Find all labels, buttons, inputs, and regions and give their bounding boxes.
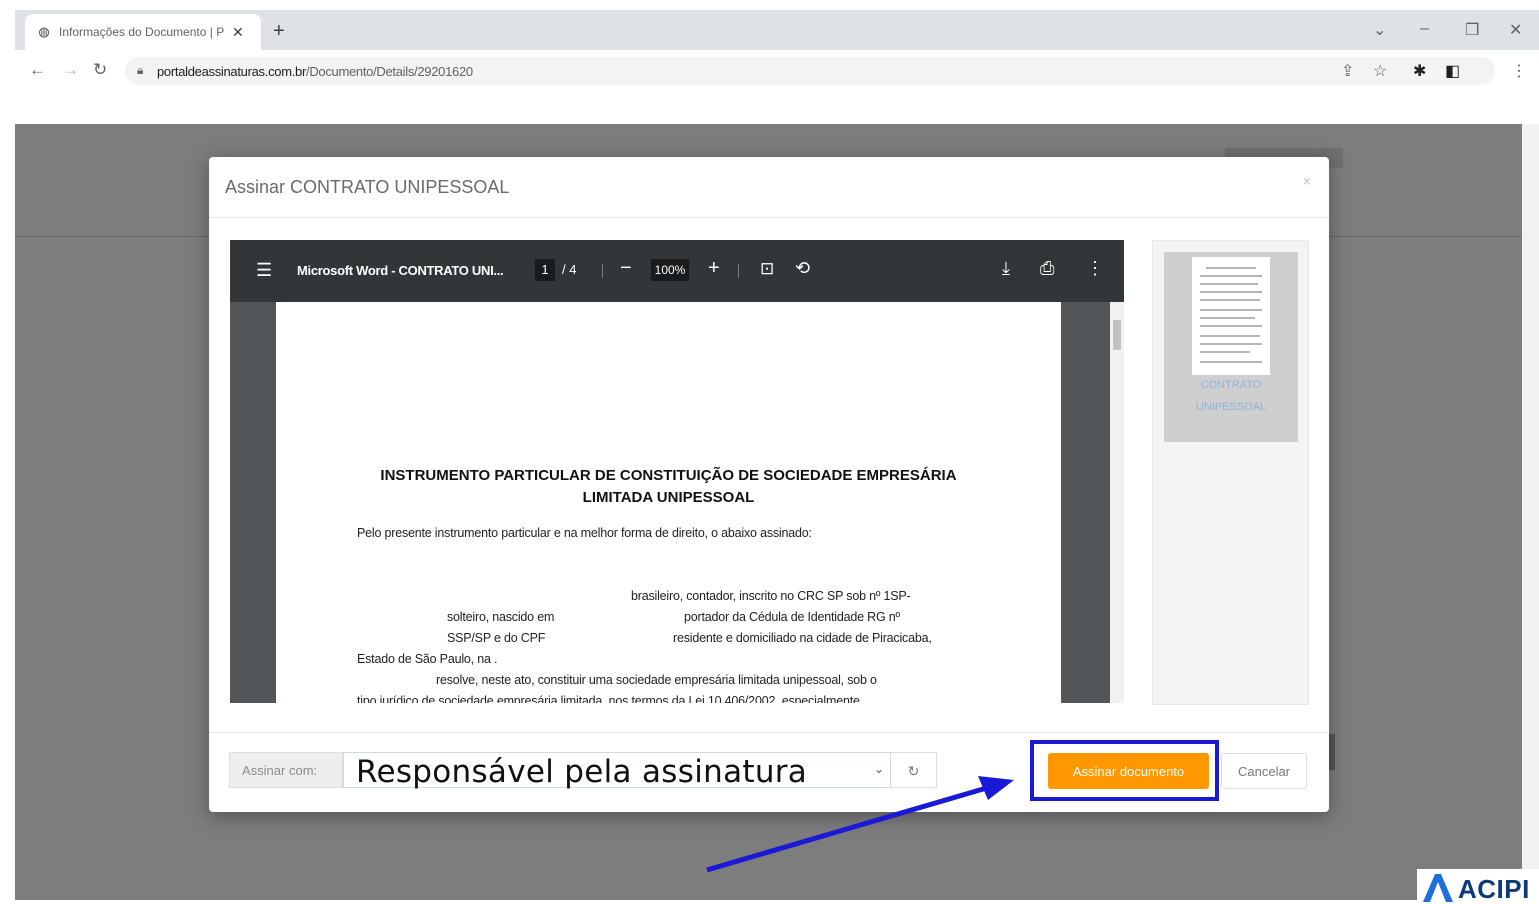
print-icon[interactable]: ⎙ xyxy=(1040,258,1054,279)
document-title-line1: INSTRUMENTO PARTICULAR DE CONSTITUIÇÃO D… xyxy=(380,467,957,484)
pdf-toolbar-divider xyxy=(738,264,739,278)
document-line: portador da Cédula de Identidade RG nº xyxy=(684,610,900,624)
lock-icon: 🔒︎ xyxy=(137,63,144,77)
acipi-logo: ACIPI xyxy=(1417,869,1539,904)
document-line: tipo jurídico de sociedade empresária li… xyxy=(357,694,860,703)
reload-icon[interactable]: ↻ xyxy=(93,60,107,80)
sign-with-label: Assinar com: xyxy=(229,752,343,788)
pdf-more-icon[interactable]: ⋮ xyxy=(1086,258,1104,279)
thumbnail-label-line1: CONTRATO xyxy=(1200,379,1262,391)
signer-select[interactable]: Responsável pela assinatura ⌄ xyxy=(343,752,891,790)
document-line: solteiro, nascido em xyxy=(447,610,555,624)
acipi-logo-mark-icon xyxy=(1423,874,1453,902)
pdf-page-input[interactable]: 1 xyxy=(535,259,555,281)
tab-close-icon[interactable]: ✕ xyxy=(232,24,244,41)
pdf-page: INSTRUMENTO PARTICULAR DE CONSTITUIÇÃO D… xyxy=(276,302,1061,703)
side-panel-icon[interactable]: ◧ xyxy=(1445,61,1460,81)
thumbnail-line xyxy=(1200,291,1262,293)
modal-header-divider xyxy=(209,217,1329,218)
thumbnail-line xyxy=(1200,351,1250,353)
tab-search-icon[interactable]: ⌄ xyxy=(1373,20,1386,40)
modal-footer-divider xyxy=(209,732,1329,733)
modal-close-icon[interactable]: × xyxy=(1303,173,1311,189)
browser-toolbar: ← → ↻ 🔒︎ portaldeassinaturas.com.br/Docu… xyxy=(15,50,1539,92)
extensions-icon[interactable]: ✱ xyxy=(1413,61,1426,81)
zoom-out-icon[interactable]: − xyxy=(620,257,632,280)
bookmark-star-icon[interactable]: ☆ xyxy=(1373,61,1387,81)
pdf-viewer: ☰ Microsoft Word - CONTRATO UNI... 1 / 4… xyxy=(230,240,1124,703)
tab-strip: ◍ Informações do Documento | Po ✕ + ⌄ – … xyxy=(15,10,1539,50)
thumbnail-line xyxy=(1200,309,1262,311)
share-icon[interactable]: ⇪ xyxy=(1341,61,1354,81)
thumbnail-line xyxy=(1200,275,1262,277)
pdf-doc-name: Microsoft Word - CONTRATO UNI... xyxy=(297,263,504,278)
back-icon[interactable]: ← xyxy=(29,60,46,80)
site-favicon-icon: ◍ xyxy=(38,24,50,39)
pdf-scrollbar-thumb[interactable] xyxy=(1113,320,1121,350)
signer-select-value: Responsável pela assinatura xyxy=(356,754,808,790)
thumbnail-line xyxy=(1200,325,1262,327)
thumbnail-line xyxy=(1200,335,1260,337)
pdf-scrollbar[interactable] xyxy=(1110,302,1124,703)
pdf-menu-icon[interactable]: ☰ xyxy=(256,260,272,281)
thumbnail-line xyxy=(1206,267,1256,269)
zoom-in-icon[interactable]: + xyxy=(708,257,720,280)
document-line: Estado de São Paulo, na . xyxy=(357,652,498,666)
fit-page-icon[interactable]: ⊡ xyxy=(760,259,774,279)
address-bar[interactable]: 🔒︎ portaldeassinaturas.com.br/Documento/… xyxy=(125,57,1495,85)
thumbnail-preview xyxy=(1192,257,1270,375)
document-title: INSTRUMENTO PARTICULAR DE CONSTITUIÇÃO D… xyxy=(356,465,981,509)
pdf-toolbar: ☰ Microsoft Word - CONTRATO UNI... 1 / 4… xyxy=(230,240,1124,302)
document-thumbnail[interactable]: CONTRATO UNIPESSOAL xyxy=(1164,252,1298,442)
restore-icon[interactable]: ❐ xyxy=(1465,20,1479,40)
page-scrollbar[interactable] xyxy=(1522,124,1539,900)
pdf-toolbar-divider xyxy=(602,264,603,278)
document-line: brasileiro, contador, inscrito no CRC SP… xyxy=(631,589,911,603)
thumbnail-label-line2: UNIPESSOAL xyxy=(1195,401,1267,413)
chevron-down-icon: ⌄ xyxy=(873,762,884,776)
sign-document-button[interactable]: Assinar documento xyxy=(1048,753,1209,789)
new-tab-button[interactable]: + xyxy=(273,20,285,43)
thumbnail-line xyxy=(1200,299,1260,301)
forward-icon[interactable]: → xyxy=(62,60,79,80)
thumbnail-line xyxy=(1200,317,1255,319)
document-title-line2: LIMITADA UNIPESSOAL xyxy=(582,489,755,506)
url-text: portaldeassinaturas.com.br/Documento/Det… xyxy=(157,64,473,79)
document-line: residente e domiciliado na cidade de Pir… xyxy=(673,631,932,645)
browser-tab[interactable]: ◍ Informações do Documento | Po ✕ xyxy=(25,14,261,50)
url-host: portaldeassinaturas.com.br xyxy=(157,64,307,79)
rotate-icon[interactable]: ⟲ xyxy=(795,258,810,279)
download-icon[interactable]: ⤓ xyxy=(1002,258,1010,279)
refresh-signers-icon[interactable]: ↻ xyxy=(891,752,937,788)
minimize-icon[interactable]: – xyxy=(1420,20,1429,38)
pdf-page-total: / 4 xyxy=(562,262,577,277)
thumbnail-label: CONTRATO UNIPESSOAL xyxy=(1164,374,1298,418)
sign-modal: Assinar CONTRATO UNIPESSOAL × ☰ Microsof… xyxy=(209,157,1329,812)
menu-kebab-icon[interactable]: ⋮ xyxy=(1511,61,1527,81)
cancel-button[interactable]: Cancelar xyxy=(1221,753,1307,789)
thumbnail-line xyxy=(1200,343,1262,345)
pdf-zoom-input[interactable]: 100% xyxy=(651,259,689,281)
thumbnail-pane: CONTRATO UNIPESSOAL xyxy=(1152,240,1309,705)
acipi-logo-text: ACIPI xyxy=(1458,874,1530,904)
thumbnail-line xyxy=(1200,361,1262,363)
document-intro: Pelo presente instrumento particular e n… xyxy=(357,526,812,540)
window-close-icon[interactable]: ✕ xyxy=(1509,20,1522,40)
document-line: SSP/SP e do CPF xyxy=(447,631,546,645)
tab-title: Informações do Documento | Po xyxy=(59,25,224,39)
modal-title: Assinar CONTRATO UNIPESSOAL xyxy=(225,177,510,197)
url-path: /Documento/Details/29201620 xyxy=(306,64,473,79)
document-line: resolve, neste ato, constituir uma socie… xyxy=(436,673,877,687)
thumbnail-line xyxy=(1200,283,1258,285)
